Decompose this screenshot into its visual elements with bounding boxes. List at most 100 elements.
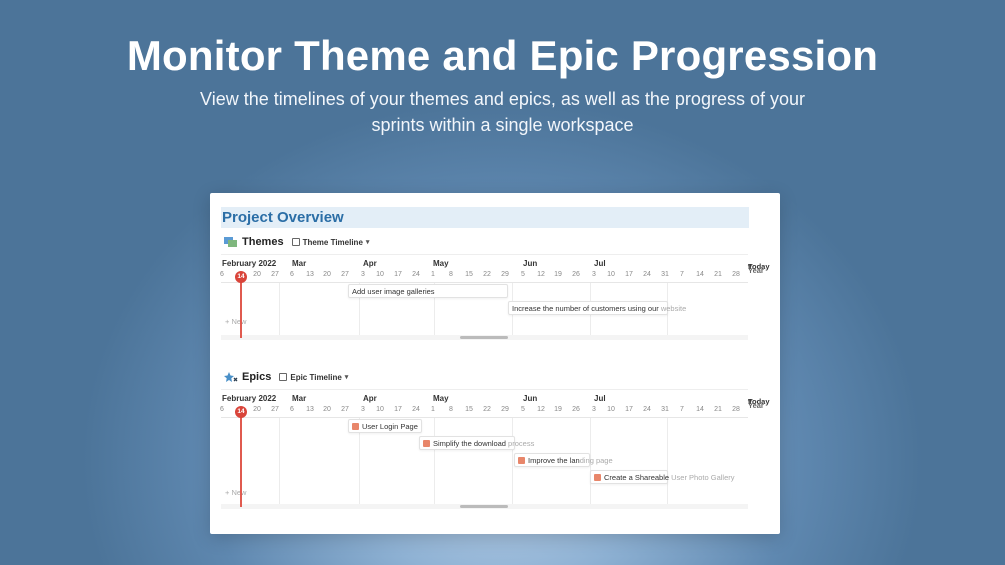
workspace-screenshot: Project Overview Themes Theme Timeline ▾… — [210, 193, 780, 534]
day-label: 29 — [501, 271, 509, 278]
epic-item-icon — [352, 423, 359, 430]
day-label: 17 — [394, 271, 402, 278]
day-label: 10 — [607, 406, 615, 413]
epic-item-label: Improve the lan — [528, 456, 580, 465]
today-badge: 14 — [235, 406, 247, 418]
theme-item-label-overflow: website — [658, 304, 687, 313]
epic-item[interactable]: Create a Shareable User Photo Gallery — [590, 470, 735, 484]
month-label: Jul — [594, 394, 606, 403]
theme-timeline-label: Theme Timeline — [302, 237, 363, 247]
day-label: 10 — [376, 406, 384, 413]
day-label: 27 — [271, 406, 279, 413]
day-label: 17 — [625, 406, 633, 413]
day-label: 8 — [449, 271, 453, 278]
month-label: Jun — [523, 259, 538, 268]
horizontal-scrollbar[interactable] — [221, 335, 748, 340]
day-label: 24 — [412, 271, 420, 278]
theme-item-label: Increase the number of customers using o… — [512, 304, 659, 313]
month-label: Mar — [292, 394, 307, 403]
chevron-down-icon: ▾ — [365, 239, 370, 246]
next-icon[interactable]: › — [748, 262, 751, 271]
next-icon[interactable]: › — [748, 397, 751, 406]
day-label: 26 — [572, 271, 580, 278]
epic-item-label: User Login Page — [362, 422, 418, 431]
epic-item-label: Create a Shareable — [604, 473, 670, 482]
day-label: 1 — [431, 406, 435, 413]
day-label: 17 — [394, 406, 402, 413]
day-label: 20 — [323, 271, 331, 278]
epic-item-label: Simplify the download — [433, 439, 506, 448]
today-button[interactable]: Today — [748, 397, 770, 406]
today-button[interactable]: Today — [748, 262, 770, 271]
theme-timeline-view-button[interactable]: Theme Timeline ▾ — [291, 237, 370, 247]
day-label: 19 — [554, 406, 562, 413]
day-label: 31 — [661, 271, 669, 278]
month-label: Mar — [292, 259, 307, 268]
chevron-down-icon: ▾ — [344, 374, 349, 381]
epic-item-icon — [423, 440, 430, 447]
epic-item[interactable]: Simplify the download process — [419, 436, 534, 450]
day-label: 3 — [361, 271, 365, 278]
themes-header: Themes Theme Timeline ▾ — [224, 234, 369, 250]
page-title: Project Overview — [221, 207, 749, 228]
horizontal-scrollbar[interactable] — [221, 504, 748, 509]
day-label: 7 — [680, 406, 684, 413]
day-label: 3 — [592, 406, 596, 413]
day-label: 24 — [643, 271, 651, 278]
epic-item[interactable]: Improve the landing page — [514, 453, 613, 467]
day-label: 24 — [643, 406, 651, 413]
day-label: 13 — [306, 271, 314, 278]
day-label: 15 — [465, 271, 473, 278]
month-label: Apr — [363, 259, 377, 268]
timeline-view-icon — [291, 238, 300, 246]
timeline-view-icon — [279, 373, 288, 381]
day-label: 13 — [306, 406, 314, 413]
day-label: 22 — [483, 406, 491, 413]
themes-icon — [224, 237, 237, 247]
day-label: 20 — [253, 271, 261, 278]
epics-header: Epics Epic Timeline ▾ — [224, 369, 348, 385]
theme-item-label: Add user image galleries — [352, 287, 435, 296]
day-label: 22 — [483, 271, 491, 278]
month-label: May — [433, 259, 449, 268]
month-row: February 2022 Mar Apr May Jun Jul Year ▾… — [221, 254, 770, 275]
day-label: 8 — [449, 406, 453, 413]
month-label: Jun — [523, 394, 538, 403]
day-label: 26 — [572, 406, 580, 413]
epic-timeline-view-button[interactable]: Epic Timeline ▾ — [279, 373, 348, 382]
epics-icon — [224, 372, 238, 382]
new-theme-button[interactable]: + New — [225, 317, 246, 326]
day-label: 12 — [537, 406, 545, 413]
day-label: 10 — [376, 271, 384, 278]
themes-grid: Add user image galleries Increase the nu… — [221, 282, 748, 336]
day-label: 5 — [521, 406, 525, 413]
new-epic-button[interactable]: + New — [225, 488, 246, 497]
day-label: 6 — [290, 406, 294, 413]
day-row: 6 20 27 6 13 20 27 3 10 17 24 1 8 15 22 … — [220, 404, 748, 417]
day-label: 24 — [412, 406, 420, 413]
epic-item-icon — [594, 474, 601, 481]
epic-item-label-overflow: User Photo Gallery — [669, 473, 735, 482]
day-label: 5 — [521, 271, 525, 278]
epic-item-label-overflow: process — [505, 439, 535, 448]
day-label: 27 — [341, 406, 349, 413]
day-label: 28 — [732, 406, 740, 413]
day-label: 6 — [220, 406, 224, 413]
day-label: 19 — [554, 271, 562, 278]
day-label: 27 — [271, 271, 279, 278]
day-label: 21 — [714, 271, 722, 278]
day-label: 14 — [696, 271, 704, 278]
day-label: 10 — [607, 271, 615, 278]
themes-timeline: February 2022 Mar Apr May Jun Jul Year ▾… — [220, 254, 770, 340]
epic-timeline-label: Epic Timeline — [290, 372, 342, 382]
theme-item[interactable]: Add user image galleries — [348, 284, 508, 298]
month-label: May — [433, 394, 449, 403]
hero-title: Monitor Theme and Epic Progression — [126, 32, 879, 79]
epic-item[interactable]: User Login Page — [348, 419, 422, 433]
theme-item[interactable]: Increase the number of customers using o… — [508, 301, 686, 315]
day-label: 15 — [465, 406, 473, 413]
day-label: 14 — [696, 406, 704, 413]
day-label: 6 — [290, 271, 294, 278]
day-label: 6 — [220, 271, 224, 278]
day-label: 29 — [501, 406, 509, 413]
